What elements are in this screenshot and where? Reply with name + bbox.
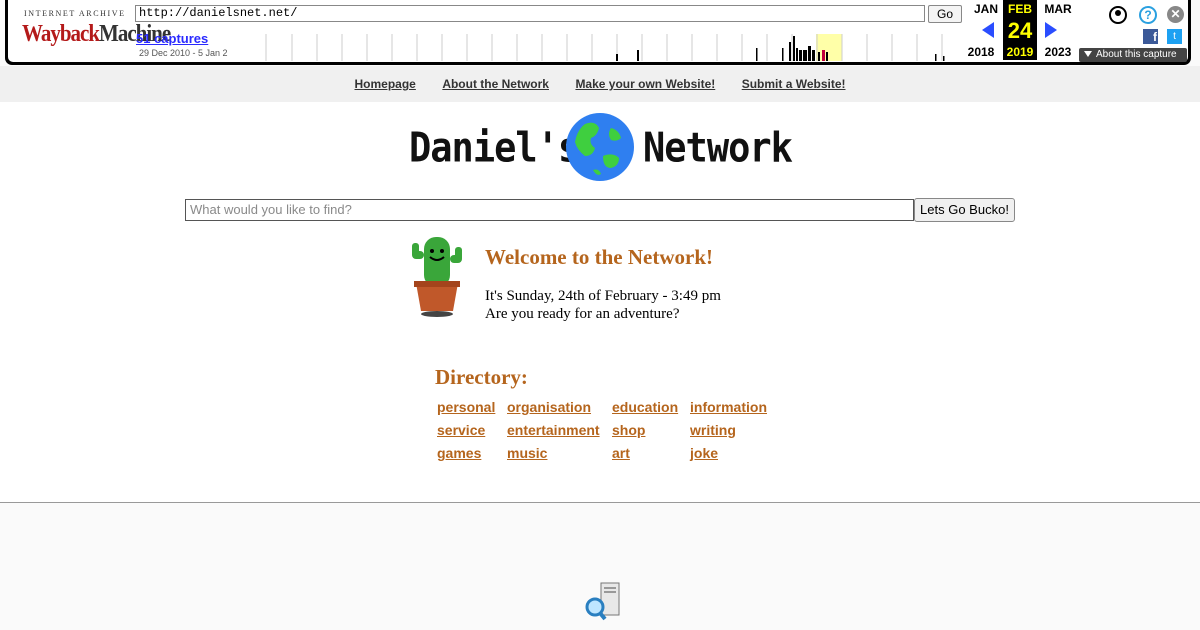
nav-make-website[interactable]: Make your own Website! xyxy=(575,77,715,91)
dir-link-games[interactable]: games xyxy=(437,445,481,461)
dir-link-entertainment[interactable]: entertainment xyxy=(507,422,600,438)
welcome-date: It's Sunday, 24th of February - 3:49 pm xyxy=(485,288,721,304)
dir-link-joke[interactable]: joke xyxy=(690,445,718,461)
current-month: FEB xyxy=(1008,2,1032,16)
close-icon[interactable]: ✕ xyxy=(1167,6,1184,23)
next-capture-arrow-icon[interactable] xyxy=(1045,22,1057,38)
dir-link-shop[interactable]: shop xyxy=(612,422,645,438)
next-year-label[interactable]: 2023 xyxy=(1041,45,1075,59)
wayback-toolbar-panel: INTERNET ARCHIVE WaybackMachine http://d… xyxy=(8,0,1188,62)
nav-submit-website[interactable]: Submit a Website! xyxy=(742,77,846,91)
dir-link-service[interactable]: service xyxy=(437,422,485,438)
captures-link[interactable]: 51 captures xyxy=(136,31,208,46)
current-capture-bar xyxy=(822,50,825,61)
go-button[interactable]: Go xyxy=(928,5,962,23)
dir-link-information[interactable]: information xyxy=(690,399,767,415)
site-logo: Daniel's Network xyxy=(405,112,825,184)
wayback-text: Wayback xyxy=(22,19,100,47)
dir-link-organisation[interactable]: organisation xyxy=(507,399,591,415)
prev-capture-arrow-icon[interactable] xyxy=(982,22,994,38)
capture-bars xyxy=(616,36,945,61)
current-year: 2019 xyxy=(1006,45,1034,59)
chevron-down-icon xyxy=(1084,51,1092,58)
welcome-question: Are you ready for an adventure? xyxy=(485,306,680,322)
wayback-logo[interactable]: INTERNET ARCHIVE WaybackMachine xyxy=(18,6,171,50)
cactus-icon xyxy=(412,237,462,317)
prev-month-label[interactable]: JAN xyxy=(970,2,1002,16)
current-day: 24 xyxy=(1007,18,1033,43)
twitter-icon[interactable]: t xyxy=(1167,29,1182,44)
current-capture-date: FEB 24 2019 xyxy=(1003,0,1037,60)
user-icon[interactable] xyxy=(1109,6,1127,24)
about-capture-button[interactable]: About this capture xyxy=(1079,48,1187,62)
directory-title: Directory: xyxy=(435,365,528,389)
search-button[interactable]: Lets Go Bucko! xyxy=(914,198,1015,222)
logo-text-left: Daniel's xyxy=(409,123,580,172)
help-icon[interactable]: ? xyxy=(1139,6,1157,24)
welcome-title: Welcome to the Network! xyxy=(485,245,714,269)
dir-link-music[interactable]: music xyxy=(507,445,547,461)
internet-archive-text: INTERNET ARCHIVE xyxy=(24,9,126,18)
search-input[interactable]: What would you like to find? xyxy=(185,199,914,221)
logo-text-right: Network xyxy=(643,123,793,172)
nav-about-network[interactable]: About the Network xyxy=(442,77,549,91)
top-nav: Homepage About the Network Make your own… xyxy=(0,66,1200,102)
dir-link-art[interactable]: art xyxy=(612,445,630,461)
capture-date-range: 29 Dec 2010 - 5 Jan 2 xyxy=(139,48,228,58)
dir-link-writing[interactable]: writing xyxy=(690,422,736,438)
nav-homepage[interactable]: Homepage xyxy=(355,77,416,91)
url-input[interactable]: http://danielsnet.net/ xyxy=(135,5,925,22)
wayback-toolbar: INTERNET ARCHIVE WaybackMachine http://d… xyxy=(5,0,1191,65)
main-content: Daniel's Network What would you like to … xyxy=(0,102,1200,503)
about-capture-label: About this capture xyxy=(1096,49,1177,60)
dir-link-personal[interactable]: personal xyxy=(437,399,495,415)
prev-year-label[interactable]: 2018 xyxy=(964,45,998,59)
globe-icon xyxy=(566,113,634,181)
server-search-icon xyxy=(585,582,620,621)
next-month-label[interactable]: MAR xyxy=(1042,2,1074,16)
dir-link-education[interactable]: education xyxy=(612,399,678,415)
capture-sparkline[interactable] xyxy=(238,34,958,61)
facebook-icon[interactable]: f xyxy=(1143,29,1158,44)
